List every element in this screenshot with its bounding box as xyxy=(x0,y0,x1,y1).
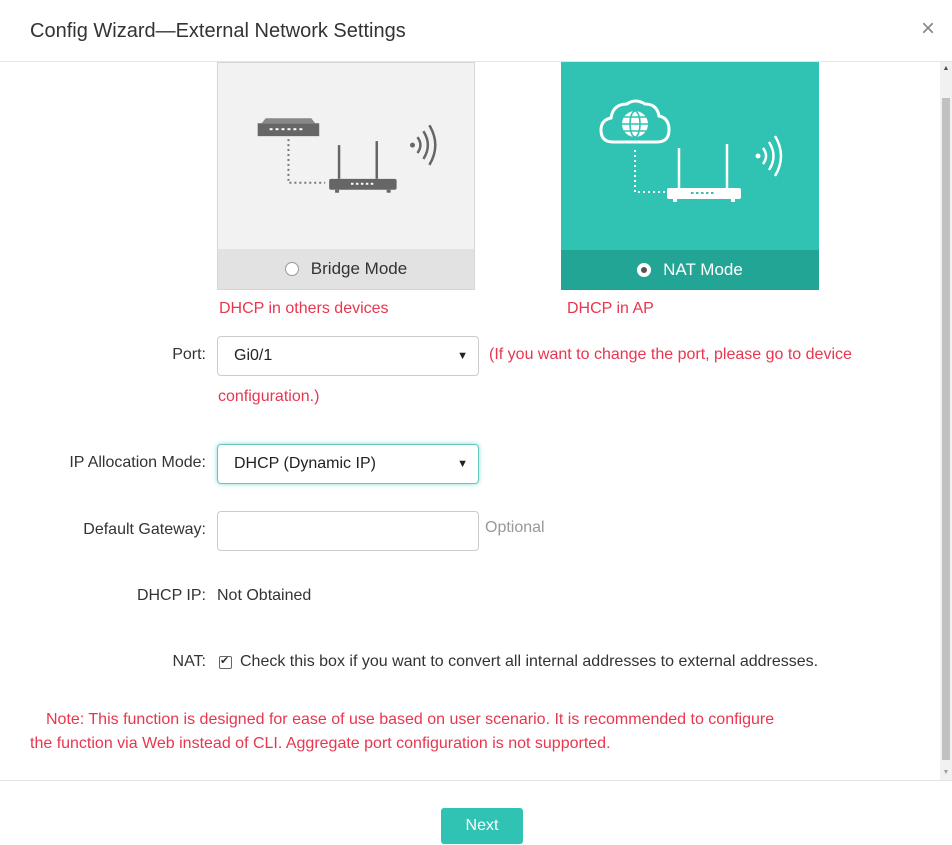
bridge-mode-description: DHCP in others devices xyxy=(219,300,389,317)
scroll-down-arrow-icon[interactable]: ▼ xyxy=(940,766,952,780)
nat-mode-label: NAT Mode xyxy=(663,260,743,279)
caret-down-icon: ▼ xyxy=(457,350,468,362)
close-icon[interactable]: × xyxy=(916,17,940,41)
nat-mode-card[interactable]: NAT Mode xyxy=(561,62,819,290)
ip-mode-select[interactable]: DHCP (Dynamic IP) ▼ xyxy=(217,444,479,484)
port-select-value: Gi0/1 xyxy=(234,347,273,364)
router-switch-icon xyxy=(257,118,437,193)
nat-mode-description: DHCP in AP xyxy=(567,300,654,317)
dialog-footer: Next xyxy=(0,780,952,845)
port-label: Port: xyxy=(172,346,206,363)
note-line2: the function via Web instead of CLI. Agg… xyxy=(30,735,611,752)
dialog-body: Bridge Mode NAT Mode DHCP in others devi… xyxy=(0,62,940,780)
nat-mode-option[interactable]: NAT Mode xyxy=(561,250,819,290)
ip-mode-label: IP Allocation Mode: xyxy=(69,454,206,471)
nat-mode-radio[interactable] xyxy=(637,263,652,277)
dialog-header: Config Wizard—External Network Settings … xyxy=(0,0,952,62)
scroll-up-arrow-icon[interactable]: ▲ xyxy=(940,62,952,76)
dhcp-ip-value: Not Obtained xyxy=(217,587,312,604)
bridge-mode-label: Bridge Mode xyxy=(310,259,408,278)
port-note-line2: configuration.) xyxy=(218,388,320,405)
bridge-mode-option[interactable]: Bridge Mode xyxy=(218,249,474,289)
port-select[interactable]: Gi0/1 ▼ xyxy=(217,336,479,376)
nat-label: NAT: xyxy=(172,653,206,670)
port-note-line1: (If you want to change the port, please … xyxy=(489,346,852,363)
caret-down-icon: ▼ xyxy=(457,458,468,470)
note-line1: Note: This function is designed for ease… xyxy=(46,711,775,728)
gateway-input[interactable] xyxy=(217,511,479,551)
gateway-label: Default Gateway: xyxy=(83,521,206,538)
nat-checkbox[interactable] xyxy=(219,654,232,669)
bridge-mode-card[interactable]: Bridge Mode xyxy=(217,62,475,290)
dialog-title: Config Wizard—External Network Settings xyxy=(30,20,406,42)
bridge-mode-radio[interactable] xyxy=(284,262,299,276)
next-button[interactable]: Next xyxy=(441,808,523,844)
ip-mode-select-value: DHCP (Dynamic IP) xyxy=(234,455,376,472)
gateway-hint: Optional xyxy=(485,519,545,536)
nat-checkbox-label: Check this box if you want to convert al… xyxy=(240,653,819,670)
router-cloud-globe-icon xyxy=(599,99,783,202)
scrollbar-thumb[interactable] xyxy=(942,98,950,760)
vertical-scrollbar[interactable]: ▲ ▼ xyxy=(940,62,952,780)
dhcp-ip-label: DHCP IP: xyxy=(136,587,206,604)
